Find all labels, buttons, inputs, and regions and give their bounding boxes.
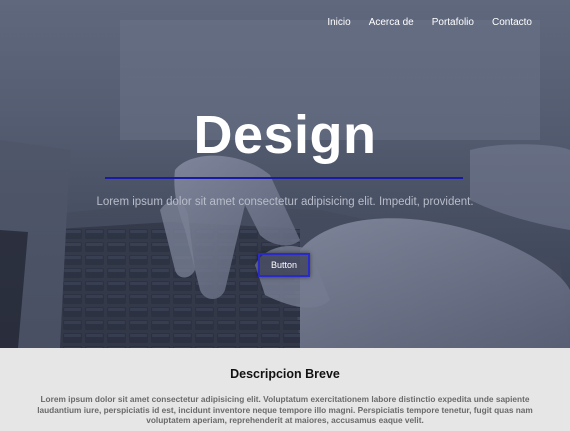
hero-title: Design xyxy=(193,105,377,165)
nav-link-contacto[interactable]: Contacto xyxy=(492,17,532,28)
hero-button[interactable]: Button xyxy=(258,253,310,277)
main-nav: Inicio Acerca de Portafolio Contacto xyxy=(309,17,532,28)
description-title: Descripcion Breve xyxy=(230,367,340,381)
hero-overlay xyxy=(0,0,570,348)
description-text: Lorem ipsum dolor sit amet consectetur a… xyxy=(37,394,533,425)
nav-link-acerca-de[interactable]: Acerca de xyxy=(369,17,414,28)
hero-section: Inicio Acerca de Portafolio Contacto Des… xyxy=(0,0,570,348)
description-section: Descripcion Breve Lorem ipsum dolor sit … xyxy=(0,348,570,431)
hero-divider xyxy=(105,177,463,179)
nav-link-portafolio[interactable]: Portafolio xyxy=(432,17,474,28)
hero-subtitle: Lorem ipsum dolor sit amet consectetur a… xyxy=(96,196,474,208)
nav-link-inicio[interactable]: Inicio xyxy=(327,17,350,28)
